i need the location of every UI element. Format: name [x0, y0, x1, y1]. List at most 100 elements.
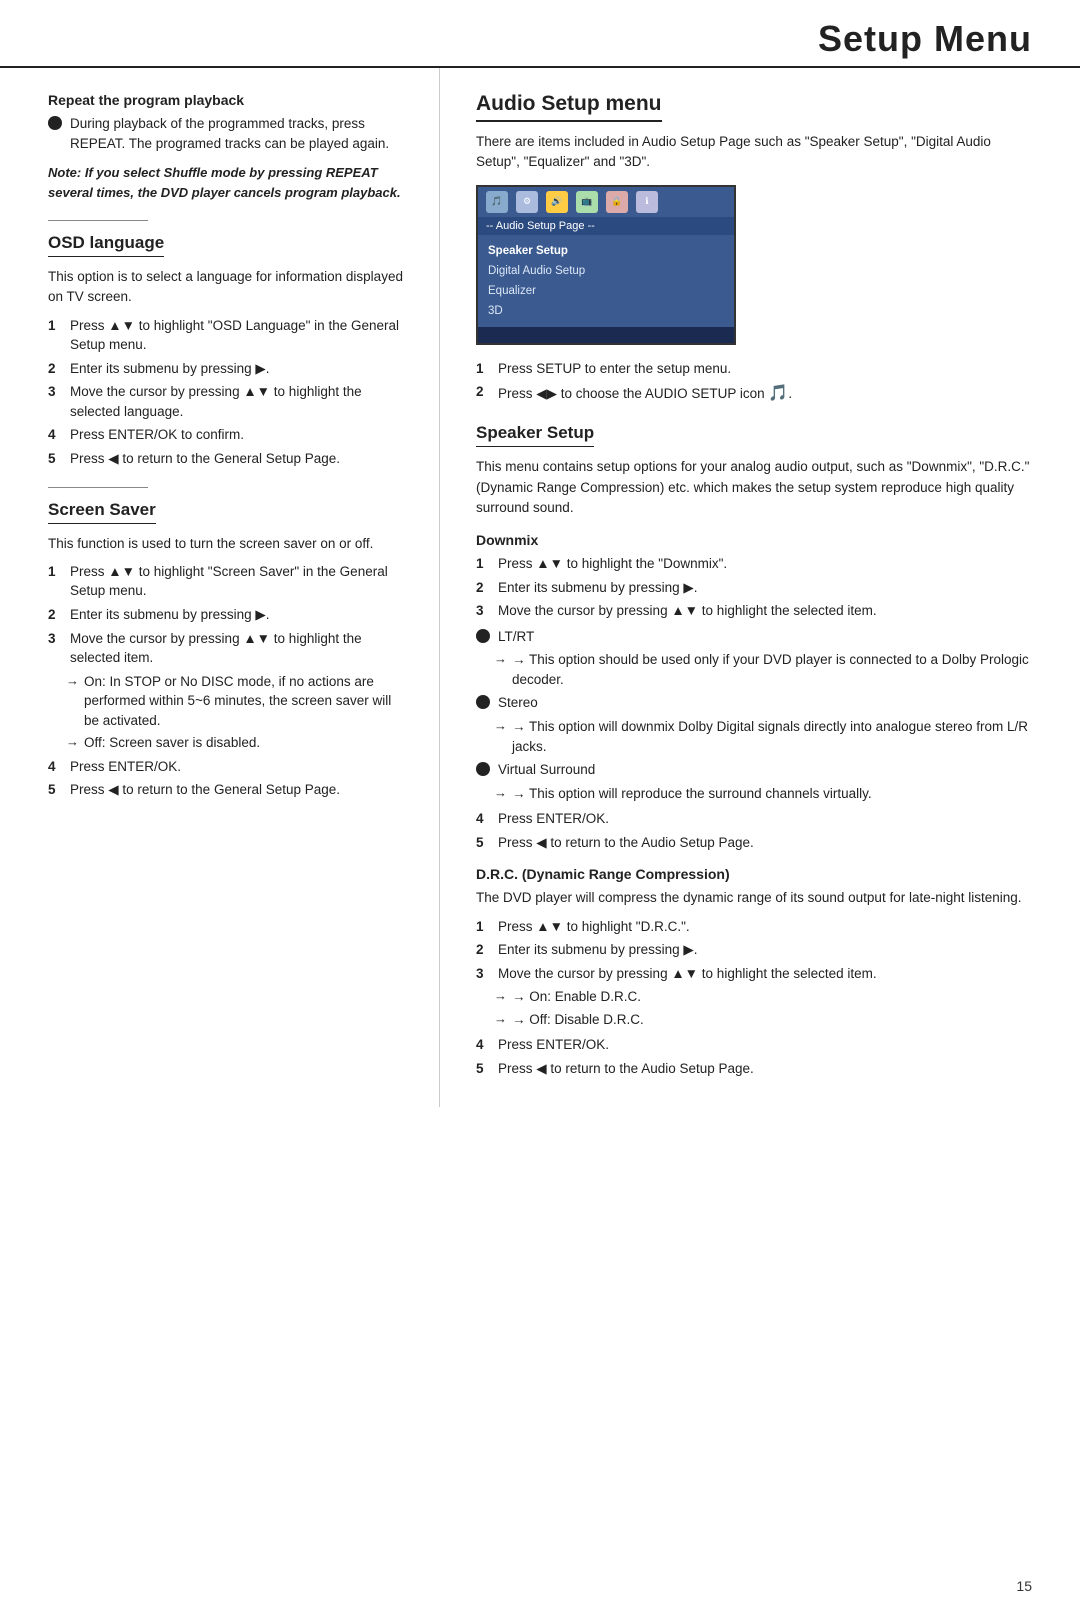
- ltrt-arrow-text: → This option should be used only if you…: [512, 650, 1032, 689]
- screen-saver-steps2: 4Press ENTER/OK. 5Press ◀ to return to t…: [48, 757, 407, 800]
- img-menu-item-2: Digital Audio Setup: [488, 261, 724, 281]
- audio-setup-screenshot: 🎵 ⚙ 🔊 📺 🔒 ℹ -- Audio Setup Page -- Speak…: [476, 185, 736, 345]
- audio-setup-section: Audio Setup menu There are items include…: [476, 92, 1032, 405]
- arrow-icon-ltrt: →: [494, 650, 507, 669]
- arrow-icon-1: →: [66, 672, 79, 691]
- arrow-icon-stereo: →: [494, 717, 507, 736]
- page-header: Setup Menu: [0, 0, 1080, 68]
- arrow-icon-drc-off: →: [494, 1010, 507, 1029]
- dm-step-2: 2Enter its submenu by pressing ▶.: [476, 578, 1032, 598]
- drc-para: The DVD player will compress the dynamic…: [476, 888, 1032, 908]
- screen-saver-section: Screen Saver This function is used to tu…: [48, 487, 407, 800]
- img-menu-item-4: 3D: [488, 301, 724, 321]
- bullet-dot-vs: [476, 762, 490, 776]
- vs-arrow: → → This option will reproduce the surro…: [494, 784, 1032, 804]
- ss-step-1: 1Press ▲▼ to highlight "Screen Saver" in…: [48, 562, 407, 601]
- speaker-setup-section: Speaker Setup This menu contains setup o…: [476, 423, 1032, 1078]
- drc-step-2: 2Enter its submenu by pressing ▶.: [476, 940, 1032, 960]
- drc-arrow-on: → → On: Enable D.R.C.: [494, 987, 1032, 1007]
- drc-step-3: 3Move the cursor by pressing ▲▼ to highl…: [476, 964, 1032, 984]
- osd-para: This option is to select a language for …: [48, 267, 407, 308]
- osd-step-2: 2Enter its submenu by pressing ▶.: [48, 359, 407, 379]
- stereo-arrow-text: → This option will downmix Dolby Digital…: [512, 717, 1032, 756]
- drc-arrow-on-text: → On: Enable D.R.C.: [512, 987, 641, 1007]
- stereo-arrow: → → This option will downmix Dolby Digit…: [494, 717, 1032, 756]
- drc-arrow-off-text: → Off: Disable D.R.C.: [512, 1010, 644, 1030]
- ltrt-bullet: LT/RT: [476, 627, 1032, 647]
- speaker-setup-title: Speaker Setup: [476, 423, 594, 447]
- img-icon-1: 🎵: [486, 191, 508, 213]
- dm-step-4: 4Press ENTER/OK.: [476, 809, 1032, 829]
- arrow-icon-2: →: [66, 733, 79, 752]
- stereo-bullet: Stereo: [476, 693, 1032, 713]
- osd-section: OSD language This option is to select a …: [48, 220, 407, 468]
- audio-step-2: 2Press ◀▶ to choose the AUDIO SETUP icon…: [476, 382, 1032, 405]
- img-menu-item-3: Equalizer: [488, 281, 724, 301]
- ss-step-3: 3Move the cursor by pressing ▲▼ to highl…: [48, 629, 407, 668]
- bullet-dot-ltrt: [476, 629, 490, 643]
- img-title-text: -- Audio Setup Page --: [486, 220, 595, 232]
- right-column: Audio Setup menu There are items include…: [440, 68, 1080, 1107]
- bullet-dot-icon: [48, 116, 62, 130]
- repeat-note: Note: If you select Shuffle mode by pres…: [48, 163, 407, 202]
- stereo-label: Stereo: [498, 693, 1032, 713]
- content-area: Repeat the program playback During playb…: [0, 68, 1080, 1107]
- page-number: 15: [1016, 1578, 1032, 1594]
- ss-arrow-1-text: On: In STOP or No DISC mode, if no actio…: [84, 672, 407, 731]
- ss-step-2: 2Enter its submenu by pressing ▶.: [48, 605, 407, 625]
- drc-steps: 1Press ▲▼ to highlight "D.R.C.". 2Enter …: [476, 917, 1032, 984]
- img-title-bar: -- Audio Setup Page --: [478, 217, 734, 235]
- repeat-bullet-text: During playback of the programmed tracks…: [70, 114, 407, 153]
- audio-step-1: 1Press SETUP to enter the setup menu.: [476, 359, 1032, 379]
- audio-setup-title: Audio Setup menu: [476, 92, 662, 122]
- downmix-steps: 1Press ▲▼ to highlight the "Downmix". 2E…: [476, 554, 1032, 621]
- img-icon-3: 🔊: [546, 191, 568, 213]
- img-menu-area: Speaker Setup Digital Audio Setup Equali…: [478, 235, 734, 327]
- repeat-bullet: During playback of the programmed tracks…: [48, 114, 407, 153]
- divider-2: [48, 487, 148, 488]
- left-column: Repeat the program playback During playb…: [0, 68, 440, 1107]
- drc-step-4: 4Press ENTER/OK.: [476, 1035, 1032, 1055]
- img-icon-5: 🔒: [606, 191, 628, 213]
- arrow-icon-drc-on: →: [494, 987, 507, 1006]
- speaker-setup-para: This menu contains setup options for you…: [476, 457, 1032, 518]
- img-icon-6: ℹ: [636, 191, 658, 213]
- osd-title: OSD language: [48, 233, 164, 257]
- osd-step-1: 1Press ▲▼ to highlight "OSD Language" in…: [48, 316, 407, 355]
- screen-saver-steps: 1Press ▲▼ to highlight "Screen Saver" in…: [48, 562, 407, 668]
- arrow-icon-vs: →: [494, 784, 507, 803]
- downmix-steps2: 4Press ENTER/OK. 5Press ◀ to return to t…: [476, 809, 1032, 852]
- virtual-surround-bullet: Virtual Surround: [476, 760, 1032, 780]
- drc-heading: D.R.C. (Dynamic Range Compression): [476, 866, 1032, 882]
- osd-step-5: 5Press ◀ to return to the General Setup …: [48, 449, 407, 469]
- vs-label: Virtual Surround: [498, 760, 1032, 780]
- vs-arrow-text: → This option will reproduce the surroun…: [512, 784, 872, 804]
- audio-setup-para: There are items included in Audio Setup …: [476, 132, 1032, 173]
- screen-saver-title: Screen Saver: [48, 500, 156, 524]
- dm-step-5: 5Press ◀ to return to the Audio Setup Pa…: [476, 833, 1032, 853]
- ss-arrow-2-text: Off: Screen saver is disabled.: [84, 733, 260, 753]
- osd-steps: 1Press ▲▼ to highlight "OSD Language" in…: [48, 316, 407, 469]
- img-icons-bar: 🎵 ⚙ 🔊 📺 🔒 ℹ: [478, 187, 734, 217]
- ltrt-label: LT/RT: [498, 627, 1032, 647]
- ss-arrow-2: → Off: Screen saver is disabled.: [66, 733, 407, 753]
- ss-arrow-1: → On: In STOP or No DISC mode, if no act…: [66, 672, 407, 731]
- ss-step-4: 4Press ENTER/OK.: [48, 757, 407, 777]
- drc-arrow-off: → → Off: Disable D.R.C.: [494, 1010, 1032, 1030]
- img-bottom-bar: [478, 327, 734, 345]
- bullet-dot-stereo: [476, 695, 490, 709]
- drc-step-1: 1Press ▲▼ to highlight "D.R.C.".: [476, 917, 1032, 937]
- audio-setup-steps: 1Press SETUP to enter the setup menu. 2P…: [476, 359, 1032, 406]
- dm-step-1: 1Press ▲▼ to highlight the "Downmix".: [476, 554, 1032, 574]
- ss-step-5: 5Press ◀ to return to the General Setup …: [48, 780, 407, 800]
- img-icon-4: 📺: [576, 191, 598, 213]
- drc-steps2: 4Press ENTER/OK. 5Press ◀ to return to t…: [476, 1035, 1032, 1078]
- drc-step-5: 5Press ◀ to return to the Audio Setup Pa…: [476, 1059, 1032, 1079]
- ltrt-arrow: → → This option should be used only if y…: [494, 650, 1032, 689]
- repeat-section: Repeat the program playback During playb…: [48, 92, 407, 202]
- repeat-heading: Repeat the program playback: [48, 92, 407, 108]
- osd-step-3: 3Move the cursor by pressing ▲▼ to highl…: [48, 382, 407, 421]
- osd-step-4: 4Press ENTER/OK to confirm.: [48, 425, 407, 445]
- page-title: Setup Menu: [0, 18, 1032, 60]
- divider: [48, 220, 148, 221]
